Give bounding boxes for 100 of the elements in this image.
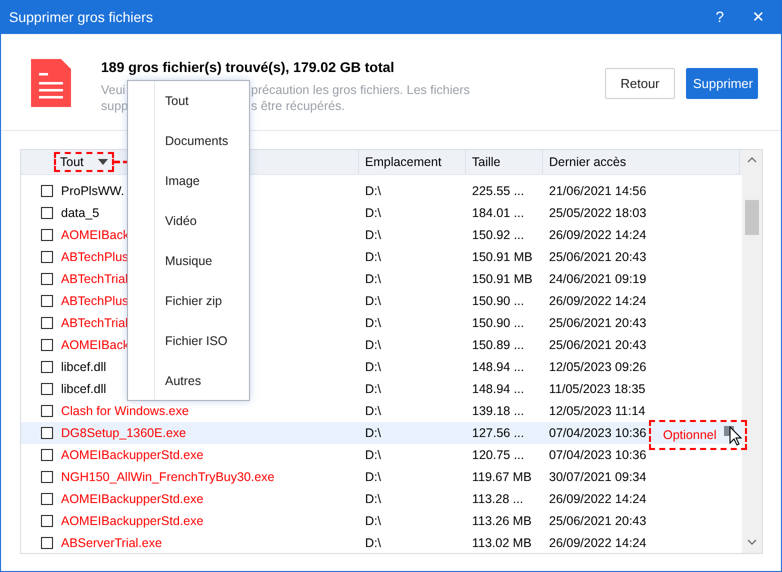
checkbox[interactable] bbox=[41, 339, 53, 351]
checkbox[interactable] bbox=[41, 273, 53, 285]
checkbox[interactable] bbox=[41, 427, 53, 439]
menu-item[interactable]: Musique bbox=[128, 241, 249, 281]
location-cell: D:\ bbox=[365, 536, 381, 550]
checkbox[interactable] bbox=[41, 471, 53, 483]
scrollbar[interactable] bbox=[742, 150, 762, 553]
size-cell: 150.90 ... bbox=[472, 294, 524, 308]
filter-dropdown[interactable]: Tout bbox=[54, 152, 114, 172]
location-cell: D:\ bbox=[365, 426, 381, 440]
location-cell: D:\ bbox=[365, 338, 381, 352]
delete-button[interactable]: Supprimer bbox=[686, 68, 758, 99]
file-name: AOMEIBack bbox=[61, 228, 130, 242]
date-cell: 25/06/2021 20:43 bbox=[549, 514, 646, 528]
file-name: ABTechTrial bbox=[61, 316, 128, 330]
location-cell: D:\ bbox=[365, 382, 381, 396]
checkbox[interactable] bbox=[41, 493, 53, 505]
file-name: AOMEIBackupperStd.exe bbox=[61, 492, 204, 506]
menu-item[interactable]: Fichier ISO bbox=[128, 321, 249, 361]
summary-title: 189 gros fichier(s) trouvé(s), 179.02 GB total bbox=[101, 59, 396, 75]
help-button[interactable]: ? bbox=[708, 6, 732, 28]
column-header[interactable]: Taille bbox=[465, 150, 542, 174]
location-cell: D:\ bbox=[365, 184, 381, 198]
menu-item[interactable]: Documents bbox=[128, 121, 249, 161]
date-cell: 07/04/2023 10:36 bbox=[549, 448, 646, 462]
location-cell: D:\ bbox=[365, 404, 381, 418]
location-cell: D:\ bbox=[365, 514, 381, 528]
description-text: s être récupérés. bbox=[251, 98, 345, 114]
size-cell: 150.91 MB bbox=[472, 272, 532, 286]
location-cell: D:\ bbox=[365, 272, 381, 286]
location-cell: D:\ bbox=[365, 492, 381, 506]
column-header[interactable]: Emplacement bbox=[358, 150, 465, 174]
menu-item[interactable]: Tout bbox=[128, 81, 249, 121]
checkbox[interactable] bbox=[41, 361, 53, 373]
close-button[interactable]: ✕ bbox=[744, 6, 773, 28]
file-name: libcef.dll bbox=[61, 382, 106, 396]
size-cell: 119.67 MB bbox=[472, 470, 532, 484]
size-cell: 113.02 MB bbox=[472, 536, 532, 550]
file-name: ProPlsWW. bbox=[61, 184, 124, 198]
menu-item[interactable]: Image bbox=[128, 161, 249, 201]
scrollbar-thumb[interactable] bbox=[745, 200, 759, 235]
location-cell: D:\ bbox=[365, 470, 381, 484]
size-cell: 127.56 ... bbox=[472, 426, 524, 440]
checkbox[interactable] bbox=[41, 185, 53, 197]
location-cell: D:\ bbox=[365, 448, 381, 462]
size-cell: 148.94 ... bbox=[472, 360, 524, 374]
description-text: précaution les gros fichiers. Les fichiers bbox=[251, 82, 470, 98]
checkbox[interactable] bbox=[41, 295, 53, 307]
checkbox[interactable] bbox=[41, 207, 53, 219]
location-cell: D:\ bbox=[365, 206, 381, 220]
file-name: ABServerTrial.exe bbox=[61, 536, 162, 550]
back-button[interactable]: Retour bbox=[605, 68, 675, 99]
size-cell: 148.94 ... bbox=[472, 382, 524, 396]
date-cell: 12/05/2023 09:26 bbox=[549, 360, 646, 374]
date-cell: 11/05/2023 18:35 bbox=[549, 382, 646, 396]
date-cell: 25/06/2021 20:43 bbox=[549, 316, 646, 330]
location-cell: D:\ bbox=[365, 294, 381, 308]
location-cell: D:\ bbox=[365, 228, 381, 242]
date-cell: 26/09/2022 14:24 bbox=[549, 294, 646, 308]
file-name: NGH150_AllWin_FrenchTryBuy30.exe bbox=[61, 470, 275, 484]
size-cell: 184.01 ... bbox=[472, 206, 524, 220]
file-name: AOMEIBack bbox=[61, 338, 130, 352]
checkbox[interactable] bbox=[41, 449, 53, 461]
menu-item[interactable]: Vidéo bbox=[128, 201, 249, 241]
size-cell: 150.89 ... bbox=[472, 338, 524, 352]
date-cell: 26/09/2022 14:24 bbox=[549, 536, 646, 550]
size-cell: 225.55 ... bbox=[472, 184, 524, 198]
file-name: ABTechTrial bbox=[61, 272, 128, 286]
checkbox[interactable] bbox=[41, 317, 53, 329]
date-cell: 26/09/2022 14:24 bbox=[549, 228, 646, 242]
checkbox[interactable] bbox=[41, 383, 53, 395]
checkbox[interactable] bbox=[41, 405, 53, 417]
file-name: libcef.dll bbox=[61, 360, 106, 374]
file-name: AOMEIBackupperStd.exe bbox=[61, 448, 204, 462]
scroll-up-icon[interactable] bbox=[747, 157, 757, 163]
checkbox[interactable] bbox=[41, 515, 53, 527]
date-cell: 25/06/2021 20:43 bbox=[549, 338, 646, 352]
size-cell: 150.90 ... bbox=[472, 316, 524, 330]
checkbox[interactable] bbox=[41, 251, 53, 263]
checkbox[interactable] bbox=[41, 229, 53, 241]
date-cell: 30/07/2021 09:34 bbox=[549, 470, 646, 484]
size-cell: 120.75 ... bbox=[472, 448, 524, 462]
scroll-down-icon[interactable] bbox=[747, 539, 757, 545]
date-cell: 07/04/2023 10:36 bbox=[549, 426, 646, 440]
window-title: Supprimer gros fichiers bbox=[9, 9, 153, 25]
file-name: Clash for Windows.exe bbox=[61, 404, 189, 418]
date-cell: 21/06/2021 14:56 bbox=[549, 184, 646, 198]
date-cell: 25/05/2022 18:03 bbox=[549, 206, 646, 220]
checkbox[interactable] bbox=[41, 537, 53, 549]
date-cell: 25/06/2021 20:43 bbox=[549, 250, 646, 264]
file-name: AOMEIBackupperStd.exe bbox=[61, 514, 204, 528]
description-text: supp bbox=[101, 98, 130, 114]
file-name: ABTechPlus bbox=[61, 294, 128, 308]
column-header[interactable]: Dernier accès bbox=[542, 150, 740, 174]
size-cell: 150.92 ... bbox=[472, 228, 524, 242]
date-cell: 24/06/2021 09:19 bbox=[549, 272, 646, 286]
menu-item[interactable]: Fichier zip bbox=[128, 281, 249, 321]
menu-item[interactable]: Autres bbox=[128, 361, 249, 401]
tooltip-text: Optionnel bbox=[663, 428, 717, 442]
cursor-icon bbox=[724, 424, 744, 446]
